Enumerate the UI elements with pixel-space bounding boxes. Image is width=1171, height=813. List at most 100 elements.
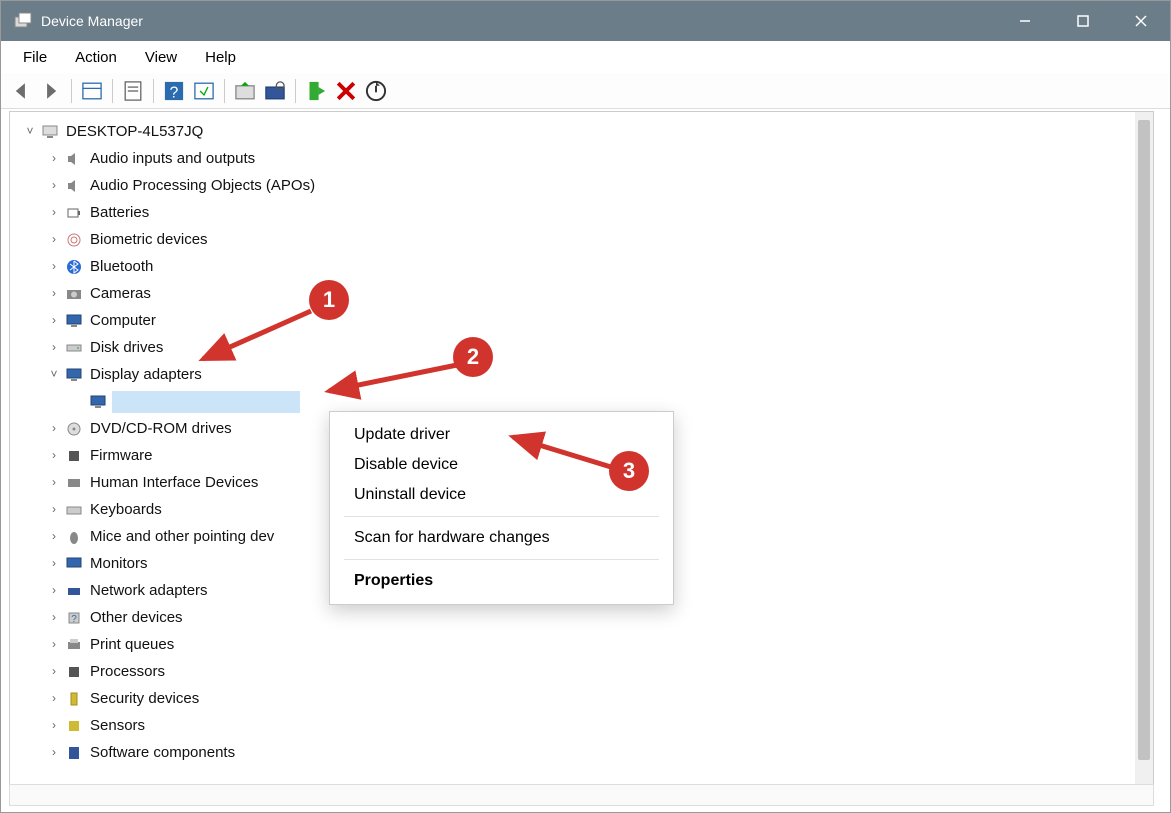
context-separator: [344, 559, 659, 560]
tree-root[interactable]: ˅ DESKTOP-4L537JQ: [22, 118, 1153, 145]
annotation-arrow-3: [501, 429, 621, 479]
monitor-icon: [64, 311, 84, 331]
mouse-icon: [64, 527, 84, 547]
chevron-right-icon[interactable]: ›: [46, 712, 62, 739]
menu-file[interactable]: File: [9, 45, 61, 70]
toolbar-separator: [71, 79, 72, 103]
tree-category-processors[interactable]: › Processors: [22, 658, 1153, 685]
chevron-right-icon[interactable]: ›: [46, 334, 62, 361]
tree-category-batteries[interactable]: › Batteries: [22, 199, 1153, 226]
sensor-icon: [64, 716, 84, 736]
app-icon: [13, 11, 33, 31]
chevron-right-icon[interactable]: ›: [46, 199, 62, 226]
chevron-right-icon[interactable]: ›: [46, 226, 62, 253]
tree-item-label: Network adapters: [88, 577, 210, 604]
tree-item-label: Print queues: [88, 631, 176, 658]
chevron-right-icon[interactable]: ›: [46, 442, 62, 469]
chevron-right-icon[interactable]: ›: [46, 739, 62, 766]
tree-item-label: Display adapters: [88, 361, 204, 388]
chevron-right-icon[interactable]: ›: [46, 415, 62, 442]
context-scan-hardware[interactable]: Scan for hardware changes: [330, 523, 673, 553]
maximize-button[interactable]: [1054, 1, 1112, 41]
chevron-right-icon[interactable]: ›: [46, 469, 62, 496]
help-button[interactable]: ?: [160, 77, 188, 105]
battery-icon: [64, 203, 84, 223]
chevron-down-icon[interactable]: ˅: [46, 361, 62, 388]
tree-category-software-components[interactable]: › Software components: [22, 739, 1153, 766]
other-devices-icon: ?: [64, 608, 84, 628]
menu-view[interactable]: View: [131, 45, 191, 70]
context-separator: [344, 516, 659, 517]
monitor-icon: [64, 554, 84, 574]
scan-hardware-button[interactable]: [261, 77, 289, 105]
chevron-right-icon[interactable]: ›: [46, 685, 62, 712]
chevron-right-icon[interactable]: ›: [46, 307, 62, 334]
update-driver-button[interactable]: [231, 77, 259, 105]
menu-bar: File Action View Help: [1, 41, 1170, 73]
tree-item-label: Sensors: [88, 712, 147, 739]
chevron-right-icon[interactable]: ›: [46, 253, 62, 280]
display-adapter-icon: [64, 365, 84, 385]
tree-category-apos[interactable]: › Audio Processing Objects (APOs): [22, 172, 1153, 199]
chevron-right-icon[interactable]: ›: [46, 604, 62, 631]
tree-item-label: Keyboards: [88, 496, 164, 523]
chevron-right-icon[interactable]: ›: [46, 280, 62, 307]
nav-back-button[interactable]: [7, 77, 35, 105]
tree-category-sensors[interactable]: › Sensors: [22, 712, 1153, 739]
network-icon: [64, 581, 84, 601]
toolbar: ?: [1, 73, 1170, 109]
action-pane-button[interactable]: [190, 77, 218, 105]
annotation-callout-1: 1: [309, 280, 349, 320]
chevron-right-icon[interactable]: ›: [46, 577, 62, 604]
chevron-right-icon[interactable]: ›: [46, 658, 62, 685]
tree-category-audio-inputs[interactable]: › Audio inputs and outputs: [22, 145, 1153, 172]
toolbar-separator: [112, 79, 113, 103]
chevron-right-icon[interactable]: ›: [46, 631, 62, 658]
tree-item-label: Audio Processing Objects (APOs): [88, 172, 317, 199]
close-button[interactable]: [1112, 1, 1170, 41]
chevron-right-icon[interactable]: ›: [46, 496, 62, 523]
speaker-icon: [64, 149, 84, 169]
minimize-button[interactable]: [996, 1, 1054, 41]
tree-category-other-devices[interactable]: › ? Other devices: [22, 604, 1153, 631]
title-bar: Device Manager: [1, 1, 1170, 41]
context-properties[interactable]: Properties: [330, 566, 673, 596]
chevron-right-icon[interactable]: ›: [46, 550, 62, 577]
properties-button[interactable]: [119, 77, 147, 105]
chevron-right-icon[interactable]: ›: [46, 523, 62, 550]
menu-help[interactable]: Help: [191, 45, 250, 70]
cpu-icon: [64, 662, 84, 682]
tree-item-label: Computer: [88, 307, 158, 334]
window-title: Device Manager: [41, 13, 996, 29]
tree-item-label: Other devices: [88, 604, 185, 631]
tree-category-security-devices[interactable]: › Security devices: [22, 685, 1153, 712]
show-hide-console-tree-button[interactable]: [78, 77, 106, 105]
tree-category-print-queues[interactable]: › Print queues: [22, 631, 1153, 658]
computer-icon: [40, 122, 60, 142]
tree-item-label: Bluetooth: [88, 253, 155, 280]
tree-item-label: Monitors: [88, 550, 150, 577]
tree-category-biometric[interactable]: › Biometric devices: [22, 226, 1153, 253]
fingerprint-icon: [64, 230, 84, 250]
annotation-callout-2: 2: [453, 337, 493, 377]
chevron-right-icon[interactable]: ›: [46, 172, 62, 199]
chevron-down-icon[interactable]: ˅: [22, 118, 38, 145]
tree-item-label: Disk drives: [88, 334, 165, 361]
vertical-scrollbar[interactable]: [1135, 112, 1153, 801]
status-bar: [9, 784, 1154, 806]
tree-item-label: Firmware: [88, 442, 155, 469]
security-icon: [64, 689, 84, 709]
chevron-right-icon[interactable]: ›: [46, 145, 62, 172]
menu-action[interactable]: Action: [61, 45, 131, 70]
toolbar-separator: [295, 79, 296, 103]
enable-device-button[interactable]: [302, 77, 330, 105]
tree-item-label: Processors: [88, 658, 167, 685]
uninstall-device-button[interactable]: [362, 77, 390, 105]
nav-forward-button[interactable]: [37, 77, 65, 105]
annotation-arrow-1: [191, 301, 321, 371]
disable-device-button[interactable]: [332, 77, 360, 105]
tree-spacer: [70, 388, 86, 415]
dvd-icon: [64, 419, 84, 439]
tree-category-bluetooth[interactable]: › Bluetooth: [22, 253, 1153, 280]
hid-icon: [64, 473, 84, 493]
